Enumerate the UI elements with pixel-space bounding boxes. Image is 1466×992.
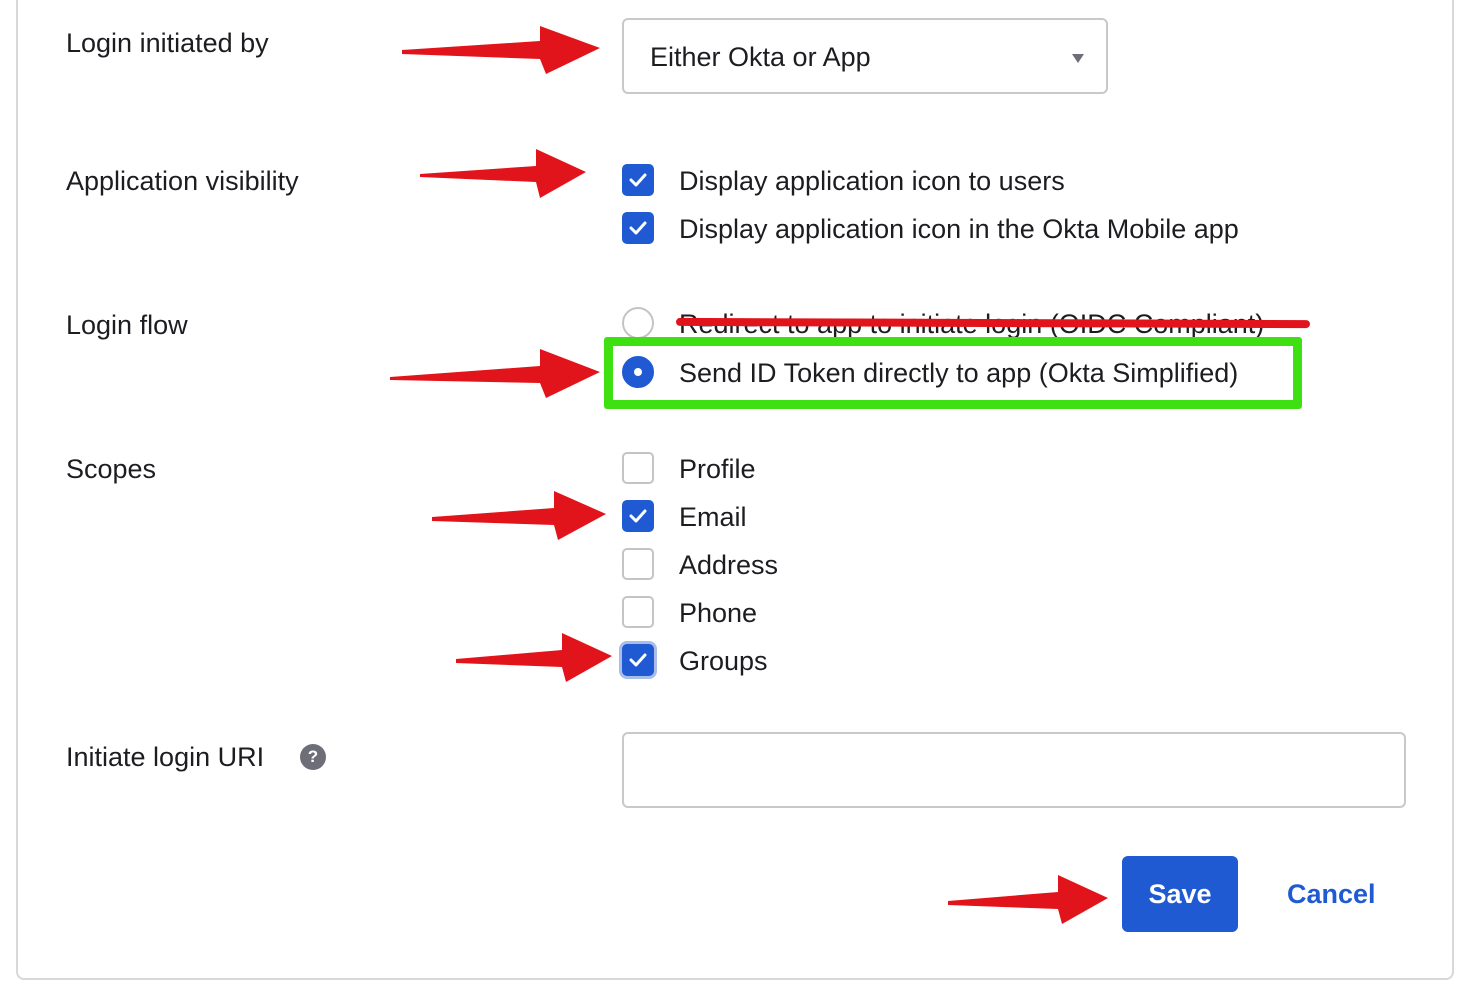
display-icon-mobile-label: Display application icon in the Okta Mob…: [679, 214, 1239, 244]
scope-profile-checkbox[interactable]: [622, 452, 654, 484]
display-icon-to-users-checkbox[interactable]: [622, 164, 654, 196]
highlight-box-annotation: [604, 337, 1302, 409]
annotation-arrow-icon: [420, 149, 586, 198]
login-initiated-by-select[interactable]: Either Okta or App: [622, 18, 1108, 94]
checkmark-icon: [629, 509, 647, 523]
annotation-arrow-icon: [456, 633, 612, 682]
checkmark-icon: [629, 653, 647, 667]
settings-panel: [16, 0, 1454, 980]
application-visibility-label: Application visibility: [66, 166, 299, 196]
checkmark-icon: [629, 221, 647, 235]
scope-email-checkbox[interactable]: [622, 500, 654, 532]
save-button[interactable]: Save: [1122, 856, 1238, 932]
login-initiated-by-label: Login initiated by: [66, 28, 269, 58]
annotation-arrow-icon: [402, 26, 600, 74]
scope-phone-checkbox[interactable]: [622, 596, 654, 628]
chevron-down-icon: [1072, 54, 1084, 63]
scopes-label: Scopes: [66, 454, 157, 484]
annotation-arrow-icon: [948, 875, 1108, 924]
scope-groups-label: Groups: [679, 646, 768, 676]
scope-phone-label: Phone: [679, 598, 758, 628]
annotation-arrow-icon: [390, 349, 600, 398]
scope-profile-label: Profile: [679, 454, 756, 484]
initiate-login-uri-label: Initiate login URI: [66, 742, 265, 772]
initiate-login-uri-input[interactable]: [622, 732, 1406, 808]
redirect-to-app-radio[interactable]: [622, 307, 654, 339]
display-icon-to-users-label: Display application icon to users: [679, 166, 1065, 196]
login-flow-label: Login flow: [66, 310, 188, 340]
scope-address-checkbox[interactable]: [622, 548, 654, 580]
scope-address-label: Address: [679, 550, 779, 580]
scope-groups-checkbox[interactable]: [622, 644, 654, 676]
display-icon-mobile-checkbox[interactable]: [622, 212, 654, 244]
cancel-link[interactable]: Cancel: [1287, 878, 1376, 910]
scope-email-label: Email: [679, 502, 747, 532]
select-value: Either Okta or App: [650, 42, 871, 72]
annotation-arrow-icon: [432, 491, 606, 540]
checkmark-icon: [629, 173, 647, 187]
help-icon[interactable]: ?: [300, 744, 326, 770]
